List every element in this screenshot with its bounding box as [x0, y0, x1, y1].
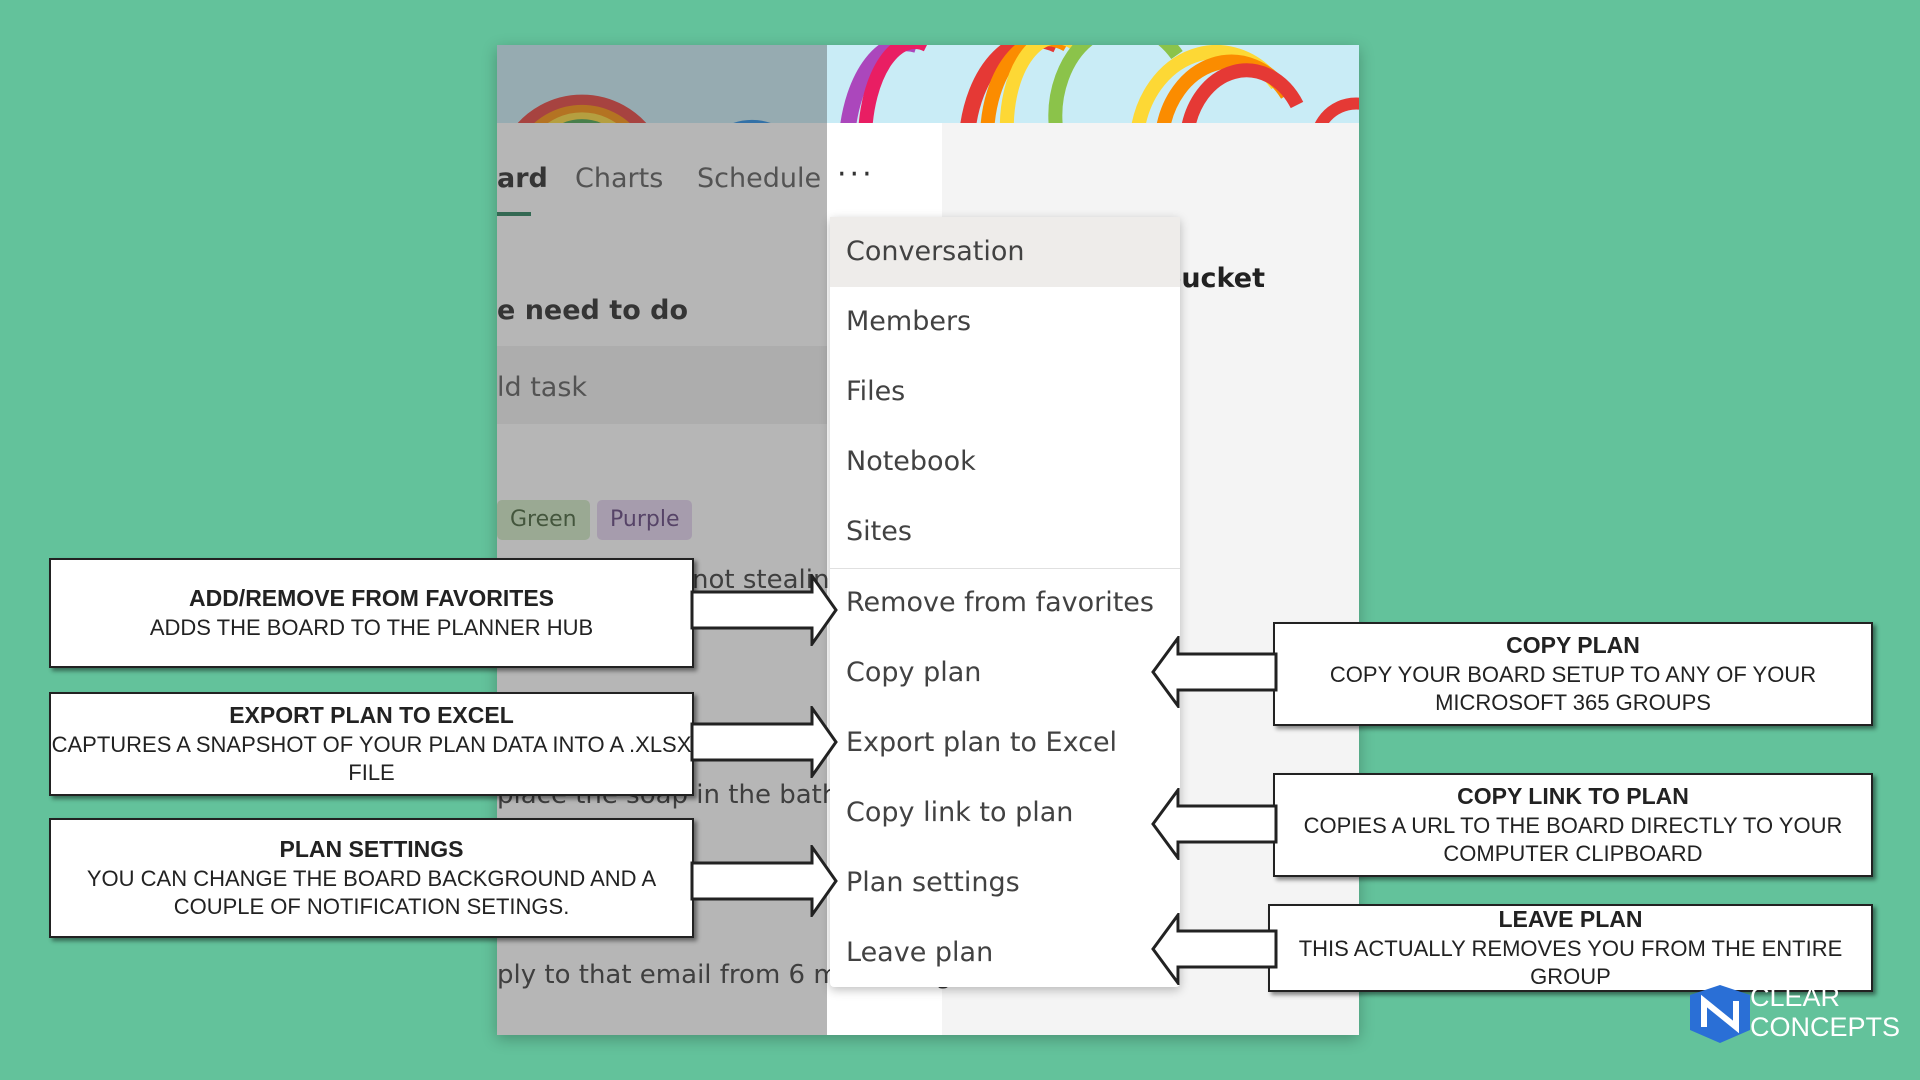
- menu-item-members[interactable]: Members: [830, 287, 1180, 357]
- menu-item-copy-plan[interactable]: Copy plan: [830, 638, 1180, 708]
- callout-description: ADDS THE BOARD TO THE PLANNER HUB: [149, 614, 594, 640]
- menu-item-plan-settings[interactable]: Plan settings: [830, 848, 1180, 918]
- arrow-right-icon: [690, 706, 838, 778]
- more-options-menu: Conversation Members Files Notebook Site…: [830, 217, 1180, 987]
- menu-item-files[interactable]: Files: [830, 357, 1180, 427]
- callout-description: COPIES A URL TO THE BOARD DIRECTLY TO YO…: [1303, 813, 1843, 866]
- arrow-right-icon: [690, 574, 838, 646]
- arrow-left-icon: [1151, 913, 1278, 985]
- callout-favorites: ADD/REMOVE FROM FAVORITES ADDS THE BOARD…: [49, 558, 694, 668]
- callout-title: COPY PLAN: [1506, 632, 1640, 658]
- callout-copy-plan: COPY PLAN COPY YOUR BOARD SETUP TO ANY O…: [1273, 622, 1873, 726]
- callout-export: EXPORT PLAN TO EXCEL CAPTURES A SNAPSHOT…: [49, 692, 694, 796]
- callout-settings: PLAN SETTINGS YOU CAN CHANGE THE BOARD B…: [49, 818, 694, 938]
- more-options-icon[interactable]: ···: [837, 157, 875, 192]
- callout-title: ADD/REMOVE FROM FAVORITES: [188, 584, 555, 611]
- arrow-left-icon: [1151, 636, 1278, 708]
- callout-title: COPY LINK TO PLAN: [1457, 783, 1689, 809]
- menu-item-export-excel[interactable]: Export plan to Excel: [830, 708, 1180, 778]
- callout-description: CAPTURES A SNAPSHOT OF YOUR PLAN DATA IN…: [51, 732, 692, 785]
- menu-item-conversation[interactable]: Conversation: [830, 217, 1180, 287]
- arrow-right-icon: [690, 845, 838, 917]
- callout-copy-link: COPY LINK TO PLAN COPIES A URL TO THE BO…: [1273, 773, 1873, 877]
- callout-title: LEAVE PLAN: [1498, 906, 1643, 932]
- callout-description: COPY YOUR BOARD SETUP TO ANY OF YOUR MIC…: [1329, 662, 1817, 715]
- menu-item-leave-plan[interactable]: Leave plan: [830, 918, 1180, 988]
- company-logo-text: CLEAR CONCEPTS: [1750, 982, 1900, 1042]
- menu-item-notebook[interactable]: Notebook: [830, 427, 1180, 497]
- callout-leave-plan: LEAVE PLAN THIS ACTUALLY REMOVES YOU FRO…: [1268, 904, 1873, 992]
- callout-description: YOU CAN CHANGE THE BOARD BACKGROUND AND …: [86, 866, 657, 919]
- menu-item-copy-link[interactable]: Copy link to plan: [830, 778, 1180, 848]
- logo-line-2: CONCEPTS: [1750, 1012, 1901, 1042]
- menu-item-remove-favorites[interactable]: Remove from favorites: [830, 568, 1180, 638]
- callout-title: EXPORT PLAN TO EXCEL: [229, 702, 514, 728]
- callout-title: PLAN SETTINGS: [279, 836, 464, 862]
- arrow-left-icon: [1151, 788, 1278, 860]
- menu-item-sites[interactable]: Sites: [830, 497, 1180, 567]
- logo-line-1: CLEAR: [1750, 982, 1841, 1012]
